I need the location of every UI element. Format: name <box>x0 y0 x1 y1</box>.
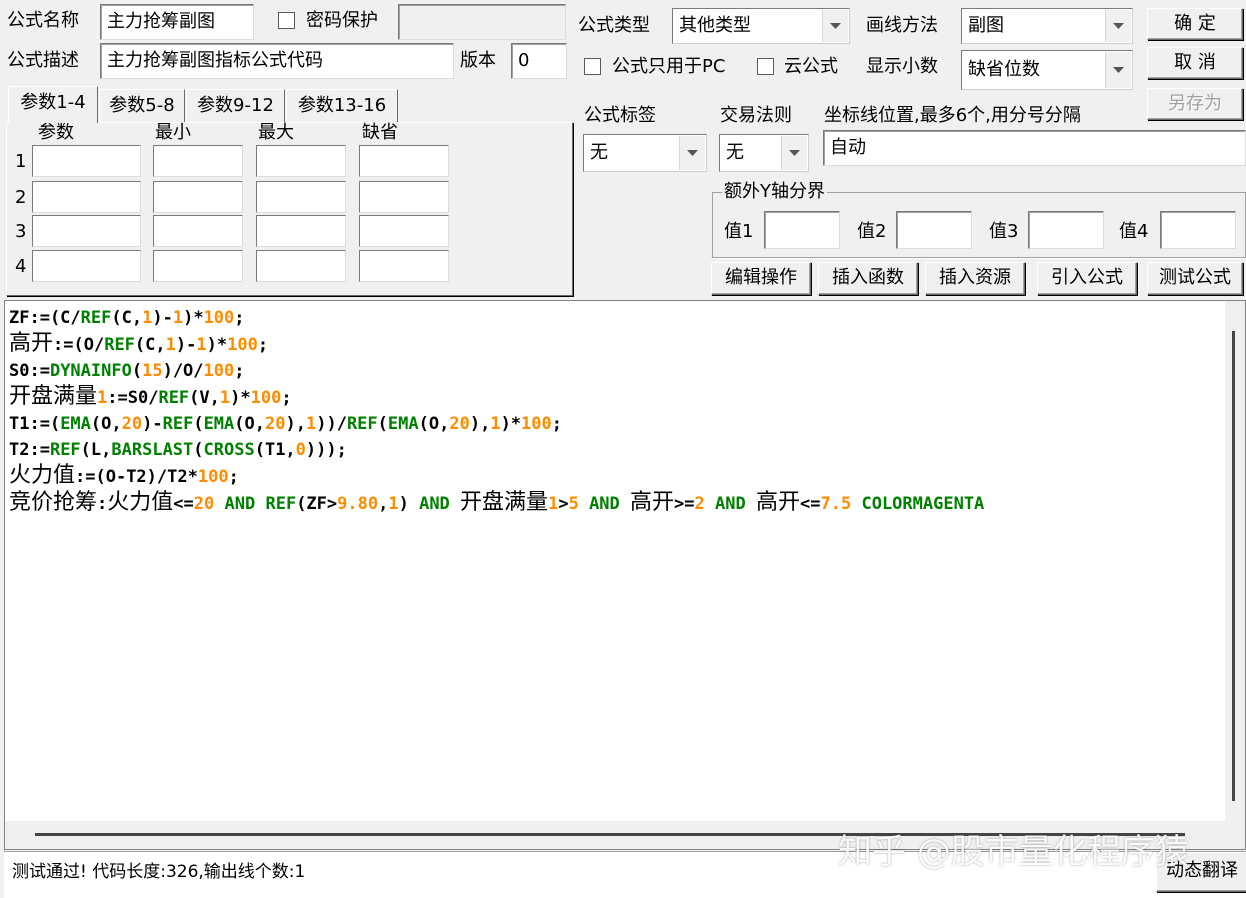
param-max-input-3[interactable] <box>256 215 346 247</box>
param-min-input-2[interactable] <box>153 181 243 213</box>
cloud-checkbox[interactable] <box>757 58 774 75</box>
param-name-input-2[interactable] <box>32 181 141 213</box>
param-default-input-3[interactable] <box>359 215 449 247</box>
draw-method-select[interactable]: 副图 <box>961 8 1133 44</box>
pc-only-checkbox[interactable] <box>584 58 601 75</box>
col-header-min: 最小 <box>155 122 191 143</box>
formula-desc-label: 公式描述 <box>7 50 79 71</box>
horizontal-scrollbar[interactable] <box>5 821 1227 849</box>
cancel-button[interactable]: 取 消 <box>1147 47 1243 79</box>
param-max-input-2[interactable] <box>256 181 346 213</box>
draw-method-label: 画线方法 <box>866 15 938 36</box>
code-line[interactable]: T2:=REF(L,BARSLAST(CROSS(T1,0))); <box>9 437 984 463</box>
row-label-1: 1 <box>15 151 27 172</box>
yaxis-value2-label: 值2 <box>857 221 887 242</box>
code-line[interactable]: 竞价抢筹:火力值<=20 AND REF(ZF>9.80,1) AND 开盘满量… <box>9 490 984 517</box>
code-line[interactable]: T1:=(EMA(O,20)-REF(EMA(O,20),1))/REF(EMA… <box>9 411 984 437</box>
tab-params-13-16[interactable]: 参数13-16 <box>286 89 398 122</box>
vertical-scroll-thumb[interactable] <box>1232 331 1235 801</box>
chevron-down-icon[interactable] <box>1105 10 1131 42</box>
cloud-label: 云公式 <box>784 56 838 77</box>
param-name-input-1[interactable] <box>32 145 141 177</box>
password-label: 密码保护 <box>306 10 378 31</box>
yaxis-value4-label: 值4 <box>1119 221 1149 242</box>
version-label: 版本 <box>460 50 496 71</box>
extra-yaxis-title: 额外Y轴分界 <box>722 180 827 204</box>
tab-params-9-12[interactable]: 参数9-12 <box>186 89 285 122</box>
param-max-input-1[interactable] <box>256 145 346 177</box>
param-default-input-4[interactable] <box>359 250 449 282</box>
tab-params-1-4[interactable]: 参数1-4 <box>8 86 98 123</box>
formula-type-select[interactable]: 其他类型 <box>672 8 850 44</box>
trade-rule-value: 无 <box>726 142 744 163</box>
yaxis-value2-input[interactable] <box>896 211 972 249</box>
dynamic-translate-button[interactable]: 动态翻译 <box>1156 852 1246 892</box>
tab-params-5-8[interactable]: 参数5-8 <box>99 89 185 122</box>
import-formula-button[interactable]: 引入公式 <box>1037 262 1137 295</box>
row-label-3: 3 <box>15 221 27 242</box>
col-header-default: 缺省 <box>362 122 398 143</box>
chevron-down-icon[interactable] <box>781 136 807 170</box>
col-header-param: 参数 <box>38 122 74 143</box>
chevron-down-icon[interactable] <box>1105 52 1131 88</box>
code-line[interactable]: 火力值:=(O-T2)/T2*100; <box>9 463 984 490</box>
horizontal-scroll-thumb[interactable] <box>35 833 1185 836</box>
param-min-input-3[interactable] <box>153 215 243 247</box>
draw-method-value: 副图 <box>968 15 1004 36</box>
edit-ops-button[interactable]: 编辑操作 <box>711 262 811 295</box>
code-line[interactable]: S0:=DYNAINFO(15)/O/100; <box>9 358 984 384</box>
trade-rule-select[interactable]: 无 <box>719 134 809 172</box>
insert-function-button[interactable]: 插入函数 <box>818 262 918 295</box>
formula-tag-label: 公式标签 <box>584 105 656 126</box>
decimals-label: 显示小数 <box>866 56 938 77</box>
yaxis-value4-input[interactable] <box>1160 211 1236 249</box>
row-label-2: 2 <box>15 187 27 208</box>
yaxis-value3-label: 值3 <box>989 221 1019 242</box>
formula-name-input[interactable]: 主力抢筹副图 <box>100 4 254 40</box>
decimals-value: 缺省位数 <box>968 59 1040 80</box>
status-message: 测试通过! 代码长度:326,输出线个数:1 <box>12 862 306 882</box>
code-text[interactable]: ZF:=(C/REF(C,1)-1)*100; 高开:=(O/REF(C,1)-1… <box>9 305 984 517</box>
param-default-input-2[interactable] <box>359 181 449 213</box>
formula-tag-select[interactable]: 无 <box>583 134 707 172</box>
param-min-input-4[interactable] <box>153 250 243 282</box>
version-input[interactable]: 0 <box>511 43 567 79</box>
formula-type-value: 其他类型 <box>679 15 751 36</box>
password-checkbox[interactable] <box>278 12 295 29</box>
password-input <box>398 4 566 40</box>
row-label-4: 4 <box>15 256 27 277</box>
code-line[interactable]: 开盘满量1:=S0/REF(V,1)*100; <box>9 384 984 411</box>
param-default-input-1[interactable] <box>359 145 449 177</box>
chevron-down-icon[interactable] <box>679 136 705 170</box>
param-name-input-3[interactable] <box>32 215 141 247</box>
insert-resource-button[interactable]: 插入资源 <box>925 262 1025 295</box>
yaxis-value3-input[interactable] <box>1028 211 1104 249</box>
formula-name-label: 公式名称 <box>7 10 79 31</box>
yaxis-value1-input[interactable] <box>764 211 840 249</box>
coord-line-input[interactable]: 自动 <box>823 130 1246 166</box>
code-line[interactable]: 高开:=(O/REF(C,1)-1)*100; <box>9 331 984 358</box>
col-header-max: 最大 <box>258 122 294 143</box>
pc-only-label: 公式只用于PC <box>612 56 726 77</box>
formula-desc-input[interactable]: 主力抢筹副图指标公式代码 <box>100 43 454 79</box>
trade-rule-label: 交易法则 <box>720 105 792 126</box>
formula-type-label: 公式类型 <box>578 15 650 36</box>
param-name-input-4[interactable] <box>32 250 141 282</box>
yaxis-value1-label: 值1 <box>724 221 754 242</box>
code-editor[interactable]: ZF:=(C/REF(C,1)-1)*100; 高开:=(O/REF(C,1)-1… <box>4 300 1246 850</box>
ok-button[interactable]: 确 定 <box>1147 8 1243 40</box>
vertical-scrollbar[interactable] <box>1225 301 1245 849</box>
decimals-select[interactable]: 缺省位数 <box>961 50 1133 90</box>
test-formula-button[interactable]: 测试公式 <box>1147 262 1243 295</box>
formula-tag-value: 无 <box>590 142 608 163</box>
coord-line-label: 坐标线位置,最多6个,用分号分隔 <box>824 105 1081 126</box>
param-max-input-4[interactable] <box>256 250 346 282</box>
chevron-down-icon[interactable] <box>822 10 848 42</box>
status-bar: 测试通过! 代码长度:326,输出线个数:1 <box>4 851 1246 898</box>
save-as-button: 另存为 <box>1147 88 1243 120</box>
code-line[interactable]: ZF:=(C/REF(C,1)-1)*100; <box>9 305 984 331</box>
param-min-input-1[interactable] <box>153 145 243 177</box>
